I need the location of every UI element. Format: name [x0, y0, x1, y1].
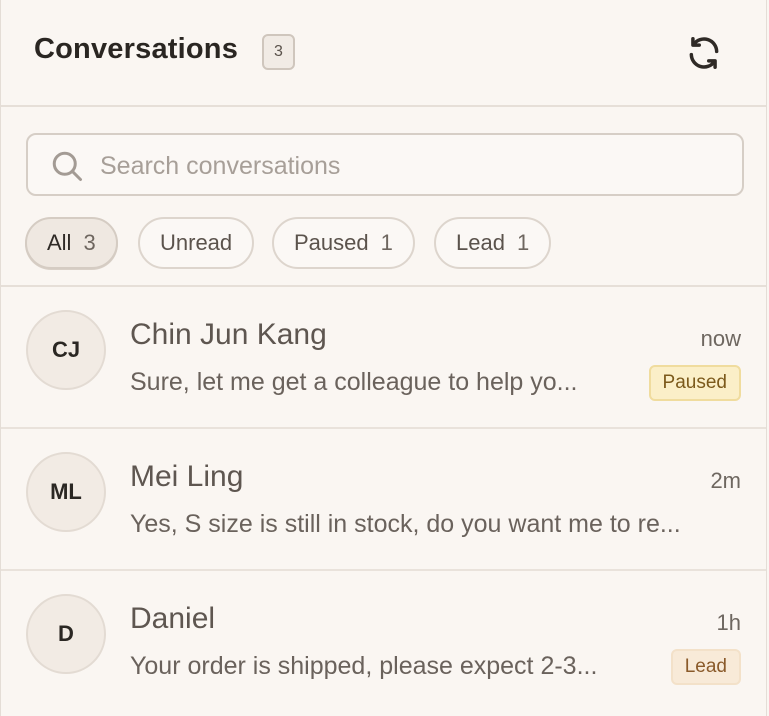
- filter-chip-unread[interactable]: Unread: [138, 217, 255, 269]
- filter-chip-count: 3: [83, 230, 96, 255]
- contact-name: Chin Jun Kang: [130, 318, 327, 351]
- message-preview: Yes, S size is still in stock, do you wa…: [130, 510, 681, 538]
- filter-chip-label: Paused: [294, 230, 369, 255]
- search-input[interactable]: [98, 143, 722, 189]
- filter-chip-lead[interactable]: Lead 1: [434, 217, 552, 269]
- panel-header: Conversations 3: [1, 0, 766, 107]
- search-box: [26, 133, 744, 196]
- avatar: CJ: [26, 310, 106, 390]
- page-title: Conversations: [34, 33, 239, 65]
- avatar: ML: [26, 452, 106, 532]
- filter-chip-label: All: [47, 230, 72, 255]
- message-preview: Your order is shipped, please expect 2-3…: [130, 652, 598, 680]
- filter-chip-paused[interactable]: Paused 1: [272, 217, 415, 269]
- timestamp: now: [700, 326, 741, 351]
- status-badge-lead: Lead: [670, 649, 741, 685]
- conversations-panel: Conversations 3 All 3 Unread Paused 1: [0, 0, 767, 716]
- filter-chip-label: Lead: [456, 230, 505, 255]
- conversation-count-badge: 3: [262, 34, 295, 70]
- refresh-icon: [689, 37, 719, 69]
- conversation-item[interactable]: D Daniel 1h Your order is shipped, pleas…: [1, 571, 766, 713]
- conversation-item[interactable]: CJ Chin Jun Kang now Sure, let me get a …: [1, 287, 766, 429]
- filter-chip-count: 1: [380, 230, 393, 255]
- contact-name: Mei Ling: [130, 460, 244, 493]
- message-preview: Sure, let me get a colleague to help yo.…: [130, 368, 578, 396]
- filter-chip-label: Unread: [160, 230, 233, 255]
- filter-chip-all[interactable]: All 3: [25, 217, 118, 269]
- refresh-button[interactable]: [682, 33, 726, 73]
- status-badge-paused: Paused: [648, 365, 741, 401]
- filter-chip-count: 1: [516, 230, 530, 255]
- avatar: D: [26, 594, 106, 674]
- timestamp: 2m: [710, 468, 741, 493]
- search-icon: [52, 151, 82, 181]
- conversation-item[interactable]: ML Mei Ling 2m Yes, S size is still in s…: [1, 429, 766, 571]
- contact-name: Daniel: [130, 602, 216, 635]
- timestamp: 1h: [716, 610, 741, 635]
